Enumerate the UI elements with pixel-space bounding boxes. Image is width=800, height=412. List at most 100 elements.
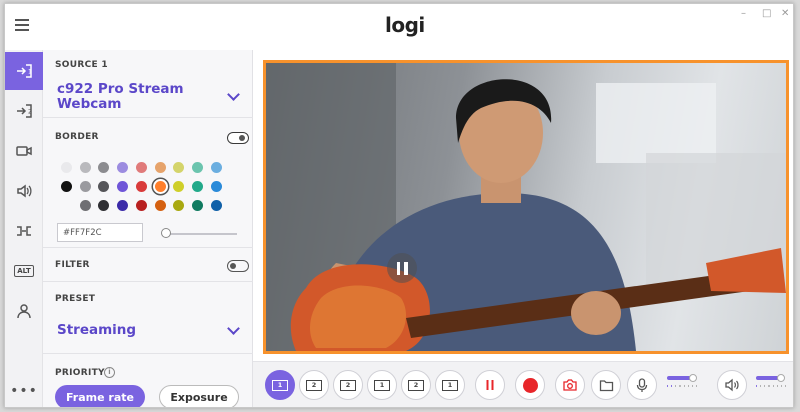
preview-area (253, 50, 793, 360)
microphone-button[interactable] (627, 370, 657, 400)
person-icon (17, 304, 31, 319)
svg-text:2: 2 (28, 109, 32, 116)
source-select[interactable]: c922 Pro Stream Webcam (57, 82, 207, 112)
speaker-volume-handle[interactable] (776, 374, 785, 382)
close-button[interactable]: ✕ (781, 8, 789, 19)
color-swatch[interactable] (210, 200, 222, 211)
rail-item-transitions[interactable] (5, 212, 43, 250)
settings-panel: SOURCE 1 c922 Pro Stream Webcam BORDER #… (43, 50, 253, 407)
color-swatch[interactable] (154, 181, 166, 192)
pause-stream-button[interactable] (475, 370, 505, 400)
border-label: BORDER (55, 132, 99, 142)
speaker-button[interactable] (717, 370, 747, 400)
rail-item-camera[interactable] (5, 132, 43, 170)
camera-snapshot-icon (563, 379, 577, 391)
meter-dot (776, 385, 778, 387)
rail-item-alt[interactable]: ALT (5, 252, 43, 290)
scene-pip-1-icon: 1 (374, 379, 390, 391)
record-button[interactable] (515, 370, 545, 400)
color-swatch[interactable] (191, 181, 203, 192)
video-preview[interactable] (263, 60, 789, 354)
meter-dot (764, 385, 766, 387)
rail-item-source-1[interactable]: 1 (5, 52, 43, 90)
opacity-slider-track[interactable] (165, 233, 237, 235)
webcam-feed (266, 63, 786, 351)
border-toggle[interactable] (227, 132, 249, 144)
preset-section: PRESET (43, 282, 253, 354)
bottom-toolbar: 1 2 2 1 2 1 (253, 361, 793, 407)
scene-single-2-icon: 2 (306, 379, 322, 391)
scene-split-1-button[interactable]: 1 (435, 370, 465, 400)
preset-label: PRESET (55, 294, 96, 304)
color-swatch[interactable] (191, 162, 203, 173)
mic-level-meter (667, 385, 697, 387)
color-swatch[interactable] (135, 200, 147, 211)
meter-dot (671, 385, 673, 387)
color-swatch[interactable] (154, 162, 166, 173)
color-swatch[interactable] (210, 181, 222, 192)
filter-toggle[interactable] (227, 260, 249, 272)
color-swatch[interactable] (210, 162, 222, 173)
priority-exposure-button[interactable]: Exposure (159, 385, 239, 407)
rail-item-profile[interactable] (5, 292, 43, 330)
color-swatch[interactable] (79, 181, 91, 192)
color-swatch[interactable] (61, 181, 72, 192)
webcam-image (266, 63, 786, 351)
scene-2-button[interactable]: 2 (299, 370, 329, 400)
scene-split-2-icon: 2 (408, 379, 424, 391)
pause-button[interactable] (387, 253, 417, 283)
meter-dot (675, 385, 677, 387)
record-icon (522, 377, 538, 393)
meter-dot (687, 385, 689, 387)
mic-volume-handle[interactable] (689, 374, 697, 382)
meter-dot (756, 385, 758, 387)
open-folder-button[interactable] (591, 370, 621, 400)
maximize-button[interactable]: □ (762, 8, 771, 19)
meter-dot (695, 385, 697, 387)
meter-dot (768, 385, 770, 387)
color-swatch[interactable] (79, 200, 91, 211)
info-icon[interactable]: i (104, 367, 115, 378)
snapshot-button[interactable] (555, 370, 585, 400)
priority-frame-rate-button[interactable]: Frame rate (55, 385, 145, 407)
pause-bar (404, 261, 408, 275)
pause-icon (486, 380, 494, 390)
source-2-icon: 2 (17, 104, 32, 118)
color-swatch[interactable] (79, 162, 91, 173)
rail-item-source-2[interactable]: 2 (5, 92, 43, 130)
minimize-button[interactable]: – (741, 8, 746, 19)
color-swatch[interactable] (135, 162, 147, 173)
title-bar: logi – □ ✕ (5, 4, 793, 50)
filter-label: FILTER (55, 260, 90, 270)
meter-dot (772, 385, 774, 387)
scene-split-1-icon: 1 (442, 379, 458, 391)
meter-dot (691, 385, 693, 387)
meter-dot (683, 385, 685, 387)
more-options-button[interactable]: ••• (5, 372, 43, 407)
menu-icon[interactable] (15, 19, 29, 31)
preset-select[interactable]: Streaming (57, 322, 136, 338)
camera-icon (16, 146, 32, 156)
color-swatch[interactable] (154, 200, 166, 211)
meter-dot (667, 385, 669, 387)
meter-dot (679, 385, 681, 387)
scene-single-1-icon: 1 (272, 379, 288, 391)
chevron-down-icon[interactable] (227, 88, 240, 101)
scene-pip-2-button[interactable]: 2 (333, 370, 363, 400)
rail-item-audio[interactable] (5, 172, 43, 210)
app-window: logi – □ ✕ 1 2 ALT ••• SOURCE 1 c922 Pro… (4, 3, 794, 408)
color-swatch[interactable] (191, 200, 203, 211)
priority-label: PRIORITY (55, 368, 105, 378)
opacity-slider-handle[interactable] (161, 228, 171, 238)
logo: logi (385, 13, 425, 37)
color-swatch[interactable] (135, 181, 147, 192)
scene-split-2-button[interactable]: 2 (401, 370, 431, 400)
speaker-icon (725, 378, 739, 392)
microphone-icon (636, 377, 648, 392)
color-swatch[interactable] (61, 162, 72, 173)
scene-pip-1-button[interactable]: 1 (367, 370, 397, 400)
scene-1-button[interactable]: 1 (265, 370, 295, 400)
border-hex-input[interactable]: #FF7F2C (57, 223, 143, 242)
speaker-volume-slider[interactable] (756, 374, 786, 387)
mic-volume-slider[interactable] (667, 374, 697, 387)
